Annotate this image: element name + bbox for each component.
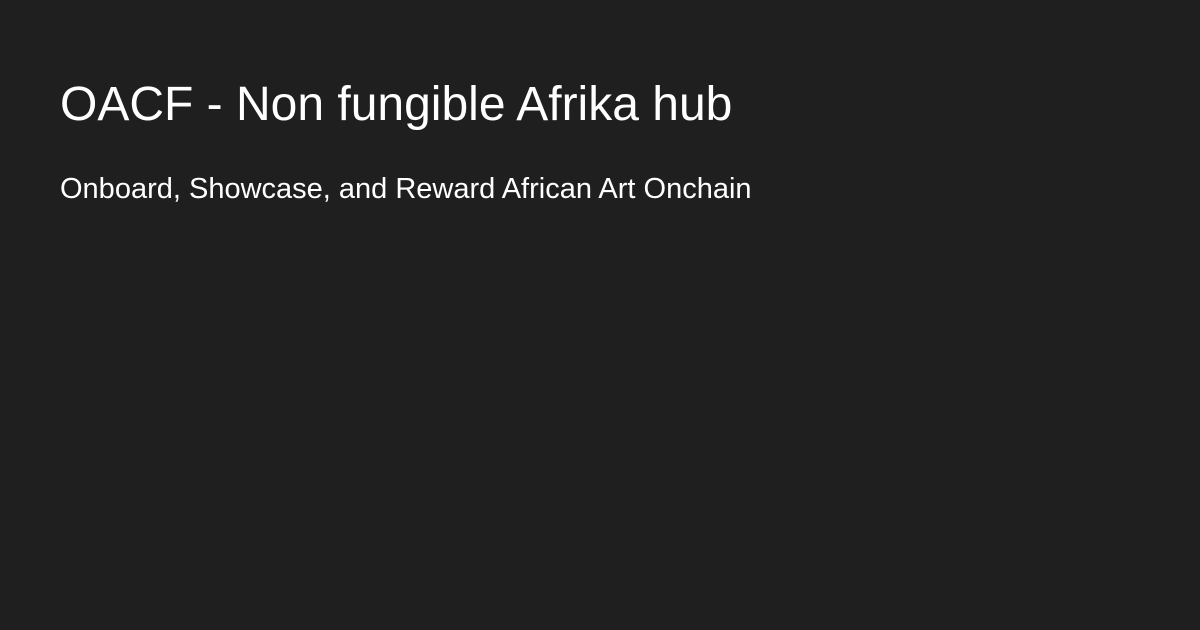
link-preview-card: OACF - Non fungible Afrika hub Onboard, … (0, 0, 1200, 630)
page-title: OACF - Non fungible Afrika hub (60, 78, 733, 131)
page-subtitle: Onboard, Showcase, and Reward African Ar… (60, 173, 752, 205)
